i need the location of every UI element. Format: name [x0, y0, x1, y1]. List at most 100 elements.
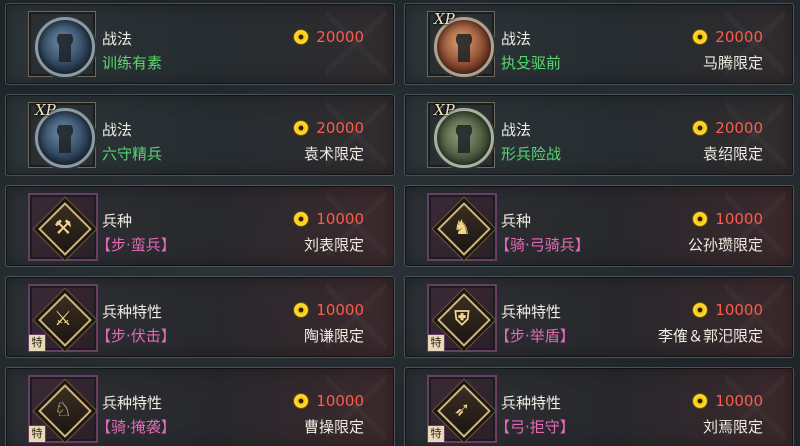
coin-icon — [294, 212, 309, 226]
right-column: XP 战法 执殳驱前 20000 马腾限定 XP 战法 形兵险战 20000 袁… — [404, 3, 794, 446]
reward-limit: 刘焉限定 — [702, 418, 763, 436]
reward-limit: 曹操限定 — [303, 418, 364, 436]
cost-value: 20000 — [316, 28, 364, 46]
cost-value: 10000 — [316, 210, 364, 228]
trait-tag: 特 — [28, 334, 46, 352]
reward-grid: 战法 训练有素 20000 XP 战法 六守精兵 20000 袁术限定 ⚒ 兵种… — [0, 0, 800, 446]
reward-category: 兵种特性 — [501, 394, 562, 412]
troop-glyph-icon: ⚒ — [54, 215, 72, 239]
cost-value: 10000 — [316, 392, 364, 410]
general-figure-icon — [455, 125, 473, 155]
cavalry-raid-trait-icon: ♘ 特 — [28, 375, 98, 443]
reward-cost: 10000 — [693, 210, 763, 228]
reward-category: 兵种特性 — [102, 303, 163, 321]
cost-value: 10000 — [715, 301, 763, 319]
reward-category: 兵种 — [102, 212, 133, 230]
cost-value: 20000 — [715, 28, 763, 46]
reward-cost: 10000 — [294, 210, 364, 228]
coin-icon — [693, 394, 708, 408]
reward-name: 执殳驱前 — [501, 54, 562, 72]
reward-category: 兵种特性 — [501, 303, 562, 321]
general-portrait-icon: XP — [28, 101, 96, 168]
reward-card[interactable]: ➶ 特 兵种特性 【弓·拒守】 10000 刘焉限定 — [404, 367, 794, 446]
cost-value: 10000 — [715, 210, 763, 228]
reward-card[interactable]: XP 战法 形兵险战 20000 袁绍限定 — [404, 94, 794, 176]
reward-card[interactable]: XP 战法 执殳驱前 20000 马腾限定 — [404, 3, 794, 85]
reward-name: 训练有素 — [102, 54, 163, 72]
reward-category: 战法 — [501, 30, 532, 48]
xp-badge: XP — [434, 101, 455, 119]
reward-limit: 李傕＆郭汜限定 — [657, 327, 763, 345]
xp-badge: XP — [35, 101, 56, 119]
reward-limit: 公孙瓒限定 — [687, 236, 763, 254]
reward-limit: 刘表限定 — [303, 236, 364, 254]
reward-category: 兵种特性 — [102, 394, 163, 412]
coin-icon — [294, 394, 309, 408]
reward-name: 【骑·弓骑兵】 — [495, 236, 590, 254]
reward-limit: 袁绍限定 — [702, 145, 763, 163]
reward-name: 【弓·拒守】 — [495, 418, 575, 436]
reward-name: 【步·举盾】 — [495, 327, 575, 345]
coin-icon — [294, 303, 309, 317]
coin-icon — [294, 121, 309, 135]
general-figure-icon — [56, 125, 74, 155]
bow-defense-trait-icon: ➶ 特 — [427, 375, 497, 443]
reward-name: 六守精兵 — [102, 145, 163, 163]
general-figure-icon — [455, 34, 473, 64]
reward-cost: 20000 — [294, 119, 364, 137]
reward-limit: 马腾限定 — [702, 54, 763, 72]
axe-troop-icon: ⚒ — [28, 193, 98, 261]
reward-category: 兵种 — [501, 212, 532, 230]
reward-category: 战法 — [501, 121, 532, 139]
reward-cost: 20000 — [294, 28, 364, 46]
reward-limit: 陶谦限定 — [303, 327, 364, 345]
reward-cost: 20000 — [693, 28, 763, 46]
reward-name: 【步·蛮兵】 — [96, 236, 176, 254]
coin-icon — [294, 30, 309, 44]
trait-tag: 特 — [28, 425, 46, 443]
cost-value: 20000 — [316, 119, 364, 137]
reward-category: 战法 — [102, 121, 133, 139]
trait-tag: 特 — [427, 425, 445, 443]
reward-card[interactable]: ⚒ 兵种 【步·蛮兵】 10000 刘表限定 — [5, 185, 395, 267]
reward-name: 【骑·掩袭】 — [96, 418, 176, 436]
medal-icon — [35, 17, 95, 77]
cost-value: 10000 — [715, 392, 763, 410]
cost-value: 20000 — [715, 119, 763, 137]
xp-badge: XP — [434, 10, 455, 28]
troop-glyph-icon: ♘ — [54, 397, 72, 421]
coin-icon — [693, 212, 708, 226]
reward-category: 战法 — [102, 30, 133, 48]
reward-cost: 10000 — [294, 301, 364, 319]
horse-archer-troop-icon: ♞ — [427, 193, 497, 261]
reward-limit: 袁术限定 — [303, 145, 364, 163]
reward-cost: 10000 — [294, 392, 364, 410]
reward-card[interactable]: ♘ 特 兵种特性 【骑·掩袭】 10000 曹操限定 — [5, 367, 395, 446]
troop-glyph-icon: ⛨ — [454, 306, 470, 330]
reward-card[interactable]: ⚔ 特 兵种特性 【步·伏击】 10000 陶谦限定 — [5, 276, 395, 358]
reward-card[interactable]: XP 战法 六守精兵 20000 袁术限定 — [5, 94, 395, 176]
trait-tag: 特 — [427, 334, 445, 352]
reward-card[interactable]: 战法 训练有素 20000 — [5, 3, 395, 85]
ambush-trait-icon: ⚔ 特 — [28, 284, 98, 352]
reward-card[interactable]: ⛨ 特 兵种特性 【步·举盾】 10000 李傕＆郭汜限定 — [404, 276, 794, 358]
reward-card[interactable]: ♞ 兵种 【骑·弓骑兵】 10000 公孙瓒限定 — [404, 185, 794, 267]
general-portrait-icon: XP — [427, 10, 495, 77]
reward-name: 形兵险战 — [501, 145, 562, 163]
troop-glyph-icon: ⚔ — [54, 306, 72, 330]
left-column: 战法 训练有素 20000 XP 战法 六守精兵 20000 袁术限定 ⚒ 兵种… — [5, 3, 395, 446]
general-figure-icon — [56, 34, 74, 64]
general-portrait-icon: XP — [427, 101, 495, 168]
coin-icon — [693, 121, 708, 135]
general-portrait-icon — [28, 11, 96, 77]
coin-icon — [693, 30, 708, 44]
troop-glyph-icon: ♞ — [453, 215, 471, 239]
reward-name: 【步·伏击】 — [96, 327, 176, 345]
shield-trait-icon: ⛨ 特 — [427, 284, 497, 352]
troop-glyph-icon: ➶ — [453, 397, 471, 421]
cost-value: 10000 — [316, 301, 364, 319]
reward-cost: 20000 — [693, 119, 763, 137]
reward-cost: 10000 — [693, 392, 763, 410]
reward-cost: 10000 — [693, 301, 763, 319]
coin-icon — [693, 303, 708, 317]
